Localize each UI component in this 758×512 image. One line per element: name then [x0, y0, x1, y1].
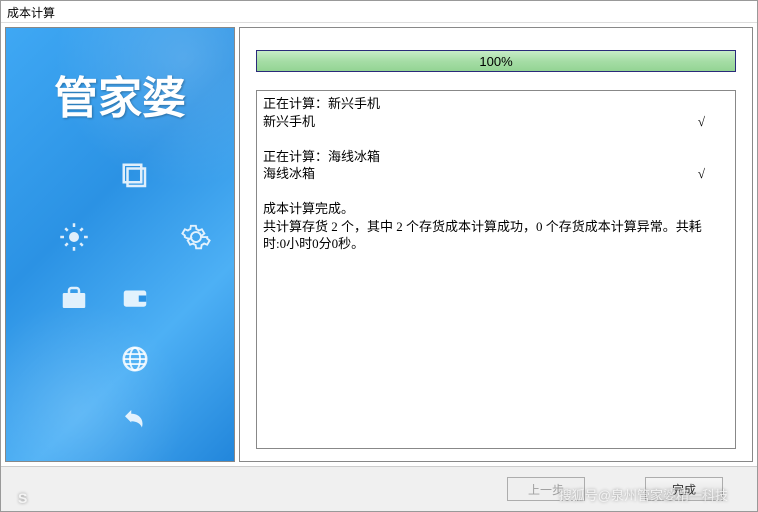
progress-label: 100% — [479, 54, 512, 69]
gear-icon — [168, 209, 223, 264]
finish-button[interactable]: 完成 — [645, 477, 723, 501]
brand-logo-text: 管家婆 — [6, 62, 234, 126]
briefcase-icon — [46, 270, 101, 325]
window-titlebar: 成本计算 — [1, 1, 757, 23]
sun-icon — [46, 209, 101, 264]
log-line: 成本计算完成。 — [263, 200, 729, 218]
log-line: 正在计算：新兴手机 — [263, 95, 729, 113]
progress-bar: 100% — [256, 50, 736, 72]
prev-button[interactable]: 上一步 — [507, 477, 585, 501]
log-line: 新兴手机√ — [263, 113, 729, 131]
progress-fill: 100% — [257, 51, 735, 71]
window-title: 成本计算 — [7, 6, 55, 20]
log-line: 海线冰箱√ — [263, 165, 729, 183]
stack-icon — [107, 148, 162, 203]
wallet-icon — [107, 270, 162, 325]
log-line: 正在计算：海线冰箱 — [263, 148, 729, 166]
sidebar-panel: 管家婆 — [5, 27, 235, 462]
log-line: 共计算存货 2 个，其中 2 个存货成本计算成功，0 个存货成本计算异常。共耗时… — [263, 218, 729, 253]
log-line — [263, 183, 729, 201]
main-panel: 100% 正在计算：新兴手机新兴手机√ 正在计算：海线冰箱海线冰箱√ 成本计算完… — [239, 27, 753, 462]
content-area: 管家婆 — [1, 23, 757, 466]
globe-icon — [107, 331, 162, 386]
undo-icon — [107, 392, 162, 447]
log-line — [263, 130, 729, 148]
sidebar-icon-grid — [46, 148, 214, 462]
cost-calc-window: 成本计算 管家婆 — [0, 0, 758, 512]
footer-bar: 上一步 完成 — [1, 466, 757, 511]
calculation-log[interactable]: 正在计算：新兴手机新兴手机√ 正在计算：海线冰箱海线冰箱√ 成本计算完成。共计算… — [256, 90, 736, 449]
bar-chart-icon — [46, 453, 101, 462]
